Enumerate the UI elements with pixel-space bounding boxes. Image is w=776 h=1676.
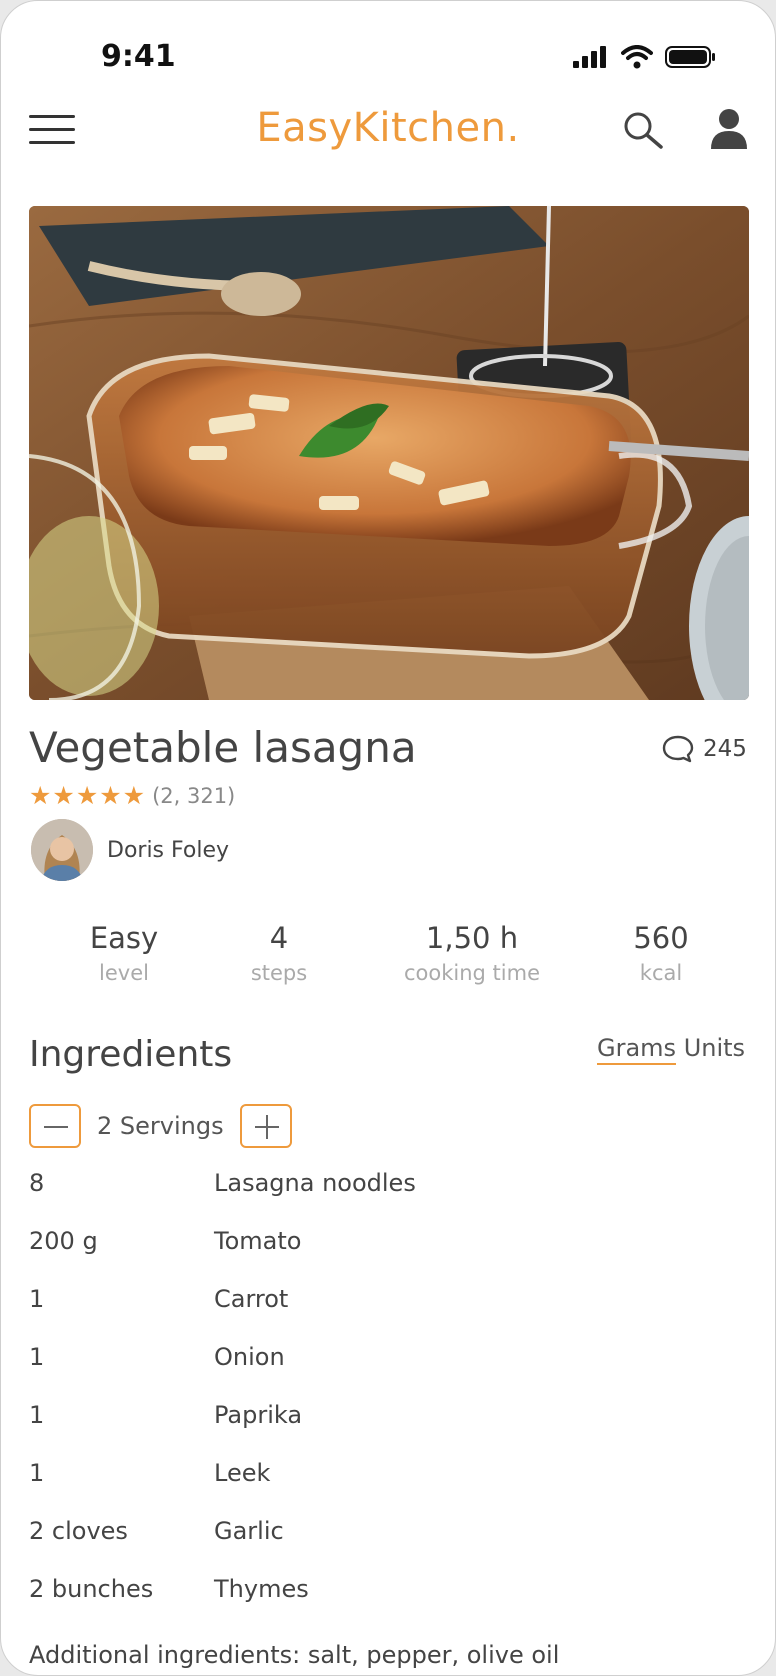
stat-value: 1,50 h: [425, 921, 519, 955]
ingredient-row: 2 cloves Garlic: [29, 1517, 749, 1557]
stat-cooking-time: 1,50 h cooking time: [404, 921, 540, 985]
profile-button[interactable]: [709, 107, 753, 153]
logo-easy: Easy: [256, 105, 353, 151]
app-header: EasyKitchen.: [1, 101, 775, 161]
ingredient-row: 8 Lasagna noodles: [29, 1169, 749, 1209]
recipe-stats: Easy level 4 steps 1,50 h cooking time 5…: [1, 921, 775, 1001]
lasagna-photo: [29, 206, 749, 700]
ingredient-qty: 8: [29, 1169, 45, 1197]
ingredient-row: 200 g Tomato: [29, 1227, 749, 1267]
ingredient-qty: 1: [29, 1285, 45, 1313]
ingredient-name: Leek: [214, 1459, 271, 1487]
ingredient-qty: 1: [29, 1343, 45, 1371]
minus-icon: [44, 1126, 68, 1128]
ingredient-row: 1 Onion: [29, 1343, 749, 1383]
servings-count: 2 Servings: [97, 1112, 224, 1140]
status-time: 9:41: [101, 39, 176, 74]
ingredient-name: Carrot: [214, 1285, 289, 1313]
ingredient-row: 2 bunches Thymes: [29, 1575, 749, 1615]
stat-steps: 4 steps: [251, 921, 307, 985]
ingredient-qty: 200 g: [29, 1227, 98, 1255]
ingredient-name: Thymes: [214, 1575, 309, 1603]
rating-stars-icon: ★★★★★: [29, 781, 147, 810]
ingredient-name: Paprika: [214, 1401, 303, 1429]
rating-count: (2, 321): [152, 783, 236, 808]
author-name: Doris Foley: [107, 837, 230, 863]
stat-kcal: 560 kcal: [633, 921, 688, 985]
ingredient-qty: 2 cloves: [29, 1517, 128, 1545]
ingredient-row: 1 Leek: [29, 1459, 749, 1499]
battery-icon: [665, 46, 715, 68]
search-button[interactable]: [621, 109, 665, 153]
avatar: [31, 819, 93, 881]
status-bar: 9:41: [1, 1, 775, 91]
cellular-signal-icon: [573, 46, 606, 68]
phone-frame: 9:41 EasyKitchen. Vegetable lasagna 245 …: [0, 0, 776, 1676]
stat-level: Easy level: [90, 921, 158, 985]
system-icons: [573, 45, 717, 69]
ingredient-qty: 1: [29, 1401, 45, 1429]
stat-label: cooking time: [404, 961, 540, 985]
stat-value: 560: [633, 921, 689, 955]
comment-count: 245: [703, 736, 747, 762]
ingredient-qty: 2 bunches: [29, 1575, 154, 1603]
ingredient-row: 1 Paprika: [29, 1401, 749, 1441]
stat-label: level: [99, 961, 149, 985]
comment-bubble-icon: [662, 735, 694, 763]
ingredients-heading: Ingredients: [29, 1034, 233, 1075]
servings-control: 2 Servings: [29, 1104, 292, 1148]
stat-value: 4: [269, 921, 289, 955]
search-icon: [624, 112, 663, 149]
user-icon: [711, 109, 747, 149]
ingredient-row: 1 Carrot: [29, 1285, 749, 1325]
wifi-icon: [621, 45, 653, 69]
additional-ingredients: Additional ingredients: salt, pepper, ol…: [29, 1641, 560, 1669]
ingredient-name: Tomato: [214, 1227, 302, 1255]
stat-value: Easy: [89, 921, 159, 955]
ingredient-name: Garlic: [214, 1517, 284, 1545]
unit-toggle: Grams Units: [597, 1034, 745, 1065]
stat-label: kcal: [639, 961, 683, 985]
recipe-title: Vegetable lasagna: [29, 723, 417, 772]
recipe-photo: [29, 206, 749, 700]
ingredient-name: Onion: [214, 1343, 285, 1371]
units-toggle[interactable]: Units: [684, 1034, 745, 1062]
increase-servings-button[interactable]: [239, 1104, 292, 1148]
decrease-servings-button[interactable]: [29, 1104, 81, 1148]
ingredient-qty: 1: [29, 1459, 45, 1487]
grams-toggle[interactable]: Grams: [597, 1034, 677, 1065]
logo-kitchen: Kitchen.: [352, 105, 520, 151]
stat-label: steps: [250, 961, 308, 985]
comments-button[interactable]: 245: [661, 734, 747, 764]
ingredient-name: Lasagna noodles: [214, 1169, 416, 1197]
author-profile[interactable]: Doris Foley: [31, 819, 229, 881]
recipe-rating[interactable]: ★★★★★ (2, 321): [29, 781, 235, 810]
